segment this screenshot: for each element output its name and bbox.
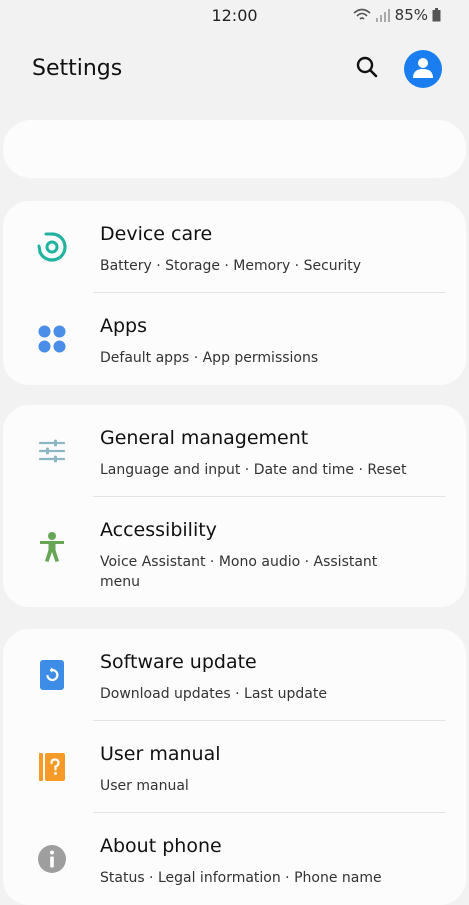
settings-section-3: Software update Download updates · Last … (3, 629, 466, 905)
status-icons: 85% (353, 6, 441, 24)
setting-about-phone[interactable]: About phone Status · Legal information ·… (3, 813, 466, 905)
search-card[interactable] (3, 120, 466, 178)
setting-device-care[interactable]: Device care Battery · Storage · Memory ·… (3, 201, 466, 293)
setting-user-manual[interactable]: User manual User manual (3, 721, 466, 813)
setting-title: General management (100, 427, 309, 449)
info-icon (36, 843, 68, 875)
software-update-icon (36, 659, 68, 691)
setting-title: Device care (100, 223, 213, 245)
setting-subtitle: Default apps · App permissions (100, 350, 319, 366)
page-title: Settings (32, 56, 123, 81)
settings-section-1: Device care Battery · Storage · Memory ·… (3, 201, 466, 385)
device-care-icon (36, 231, 68, 263)
account-avatar-icon (410, 54, 436, 84)
wifi-icon (353, 8, 371, 22)
setting-accessibility[interactable]: Accessibility Voice Assistant · Mono aud… (3, 497, 466, 607)
signal-icon (375, 8, 391, 22)
status-bar: 12:00 85% (0, 0, 469, 32)
setting-subtitle: Battery · Storage · Memory · Security (100, 258, 362, 274)
setting-subtitle: User manual (100, 778, 189, 794)
setting-subtitle: Download updates · Last update (100, 686, 327, 702)
user-manual-icon (36, 751, 68, 783)
apps-icon (36, 323, 68, 355)
setting-subtitle: Voice Assistant · Mono audio · Assistant… (100, 554, 378, 590)
setting-title: User manual (100, 743, 221, 765)
sliders-icon (36, 435, 68, 467)
setting-title: About phone (100, 835, 222, 857)
setting-title: Apps (100, 315, 148, 337)
setting-software-update[interactable]: Software update Download updates · Last … (3, 629, 466, 721)
setting-subtitle: Status · Legal information · Phone name (100, 870, 382, 886)
battery-icon (432, 8, 441, 22)
header: Settings (0, 40, 469, 100)
search-icon (355, 55, 379, 83)
setting-subtitle: Language and input · Date and time · Res… (100, 462, 407, 478)
setting-title: Software update (100, 651, 257, 673)
account-button[interactable] (404, 50, 442, 88)
setting-general-management[interactable]: General management Language and input · … (3, 405, 466, 497)
search-button[interactable] (352, 54, 382, 84)
settings-section-2: General management Language and input · … (3, 405, 466, 607)
setting-apps[interactable]: Apps Default apps · App permissions (3, 293, 466, 385)
setting-title: Accessibility (100, 519, 217, 541)
accessibility-icon (36, 531, 68, 563)
battery-percent: 85% (394, 6, 428, 24)
